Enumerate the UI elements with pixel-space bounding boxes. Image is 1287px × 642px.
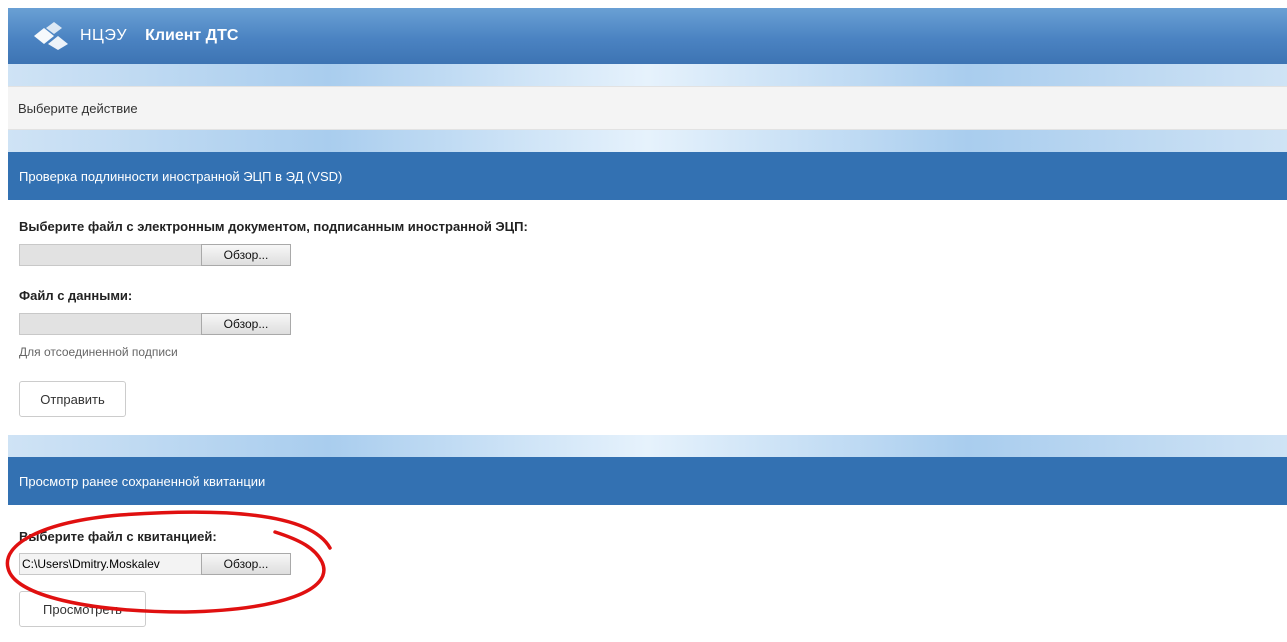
logo-icon — [34, 22, 68, 50]
verify-section-header: Проверка подлинности иностранной ЭЦП в Э… — [8, 152, 1287, 200]
doc-browse-button[interactable]: Обзор... — [201, 244, 291, 266]
receipt-file-path[interactable]: C:\Users\Dmitry.Moskalev — [19, 553, 201, 575]
data-file-label: Файл с данными: — [19, 288, 133, 303]
page: НЦЭУ Клиент ДТС Выберите действие Провер… — [0, 0, 1287, 642]
action-prompt: Выберите действие — [18, 100, 138, 116]
detached-signature-hint: Для отсоединенной подписи — [19, 345, 178, 359]
decorative-stripe — [8, 130, 1287, 152]
data-browse-button[interactable]: Обзор... — [201, 313, 291, 335]
data-file-input[interactable]: Обзор... — [19, 313, 291, 335]
receipt-file-input[interactable]: C:\Users\Dmitry.Moskalev Обзор... — [19, 553, 291, 575]
decorative-stripe — [8, 435, 1287, 457]
submit-button[interactable]: Отправить — [19, 381, 126, 417]
decorative-stripe — [8, 64, 1287, 86]
app-title: Клиент ДТС — [145, 27, 239, 44]
data-file-path[interactable] — [19, 313, 201, 335]
doc-file-input[interactable]: Обзор... — [19, 244, 291, 266]
receipt-section-title: Просмотр ранее сохраненной квитанции — [19, 473, 266, 489]
doc-file-path[interactable] — [19, 244, 201, 266]
brand-name: НЦЭУ — [80, 27, 128, 44]
verify-section-title: Проверка подлинности иностранной ЭЦП в Э… — [19, 168, 343, 184]
action-prompt-bar: Выберите действие — [8, 86, 1287, 130]
doc-file-label: Выберите файл с электронным документом, … — [19, 219, 528, 234]
receipt-browse-button[interactable]: Обзор... — [201, 553, 291, 575]
view-button[interactable]: Просмотреть — [19, 591, 146, 627]
receipt-file-label: Выберите файл с квитанцией: — [19, 529, 217, 544]
top-bar: НЦЭУ Клиент ДТС — [8, 8, 1287, 64]
receipt-section-header: Просмотр ранее сохраненной квитанции — [8, 457, 1287, 505]
